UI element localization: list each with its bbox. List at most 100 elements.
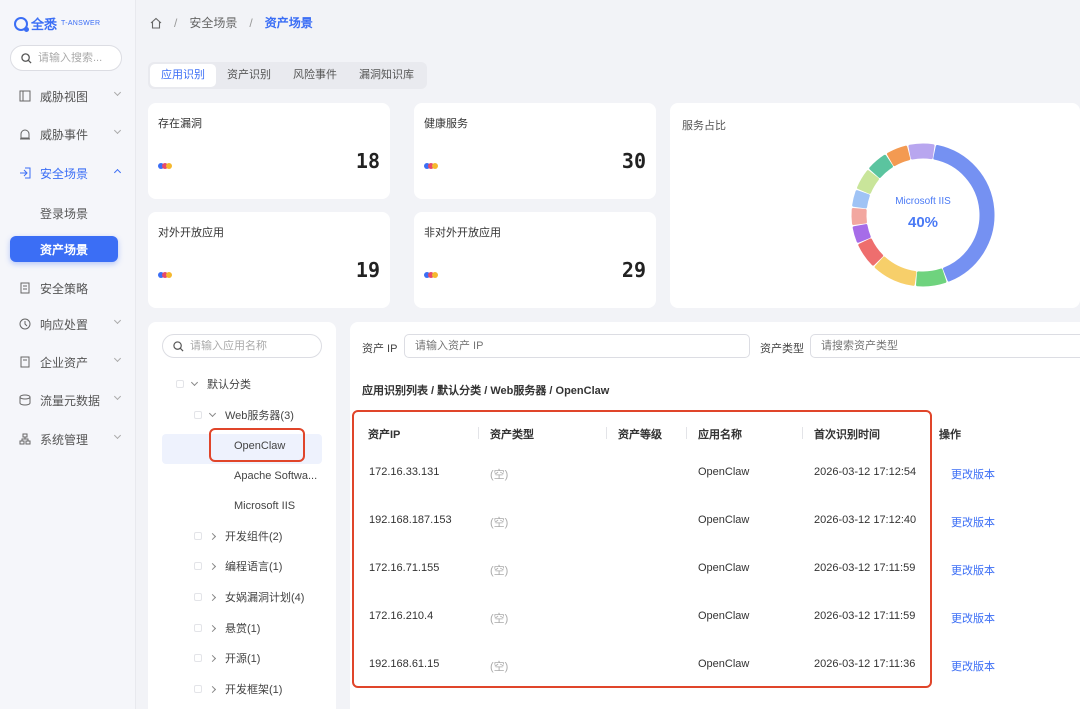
tree-checkbox[interactable]: [194, 654, 202, 662]
caret-right-icon[interactable]: [208, 685, 217, 693]
dots-icon: [424, 272, 438, 278]
asset-ip-input[interactable]: [404, 334, 750, 358]
service-ratio-card: 服务占比 Microsoft IIS 40%: [670, 103, 1080, 308]
tab-asset-recognition[interactable]: 资产识别: [216, 64, 282, 87]
chevron-down-icon: [113, 316, 122, 325]
tree-checkbox[interactable]: [194, 532, 202, 540]
tree-node-apache[interactable]: Apache Softwa...: [234, 465, 317, 487]
stat-card-external: 对外开放应用 19: [148, 212, 390, 308]
asset-ip-label: 资产 IP: [362, 343, 398, 355]
caret-right-icon[interactable]: [208, 593, 217, 601]
system-icon: [18, 433, 31, 446]
tab-app-recognition[interactable]: 应用识别: [150, 64, 216, 87]
alarm-icon: [18, 128, 31, 141]
annotation-highlight-box: [352, 410, 932, 688]
stat-value: 30: [621, 149, 646, 173]
sidebar-subitem-asset-scene[interactable]: 资产场景: [10, 236, 118, 262]
caret-right-icon[interactable]: [208, 562, 217, 570]
sidebar-item-response[interactable]: 响应处置: [0, 311, 136, 337]
sidebar-item-label: 安全场景: [40, 166, 89, 181]
login-icon: [18, 167, 31, 180]
tree-node-label: Microsoft IIS: [234, 500, 296, 512]
sidebar-item-label: 响应处置: [40, 317, 89, 332]
caret-down-icon[interactable]: [208, 409, 217, 418]
sidebar-subitem-login-scene[interactable]: 登录场景: [10, 200, 118, 226]
tree-checkbox[interactable]: [194, 593, 202, 601]
sidebar-item-system[interactable]: 系统管理: [0, 426, 136, 452]
stat-card-vulnerable: 存在漏洞 18: [148, 103, 390, 199]
tree-node-dev-components[interactable]: 开发组件(2): [194, 525, 282, 547]
asset-table-panel: 资产 IP 资产类型 应用识别列表 / 默认分类 / Web服务器 / Open…: [350, 322, 1080, 709]
list-path: 应用识别列表 / 默认分类 / Web服务器 / OpenClaw: [362, 385, 610, 397]
sidebar-item-security-policy[interactable]: 安全策略: [0, 275, 136, 301]
home-icon[interactable]: [150, 17, 162, 29]
app-name-search-input[interactable]: [190, 340, 310, 352]
chevron-down-icon: [113, 126, 122, 135]
change-version-link[interactable]: 更改版本: [951, 610, 995, 626]
sidebar: 全悉 T-ANSWER 威胁视图 威胁事件 安全场景 登录场景 资产场景 安全策…: [0, 0, 136, 709]
sidebar-item-security-scene[interactable]: 安全场景: [0, 160, 136, 186]
change-version-link[interactable]: 更改版本: [951, 514, 995, 530]
stat-card-internal: 非对外开放应用 29: [414, 212, 656, 308]
tree-node-label: 悬赏(1): [225, 623, 261, 635]
tree-checkbox[interactable]: [176, 380, 184, 388]
change-version-link[interactable]: 更改版本: [951, 466, 995, 482]
stat-value: 19: [355, 258, 380, 282]
dots-icon: [424, 163, 438, 169]
tab-vuln-knowledge[interactable]: 漏洞知识库: [348, 64, 425, 87]
stat-title: 存在漏洞: [158, 118, 202, 130]
breadcrumb-level1[interactable]: 安全场景: [189, 14, 237, 31]
tree-checkbox[interactable]: [194, 411, 202, 419]
tree-checkbox[interactable]: [194, 624, 202, 632]
tree-node-iis[interactable]: Microsoft IIS: [234, 495, 295, 517]
caret-right-icon[interactable]: [208, 532, 217, 540]
database-icon: [18, 394, 31, 407]
asset-type-input[interactable]: [810, 334, 1080, 358]
tree-node-dev-framework[interactable]: 开发框架(1): [194, 678, 282, 700]
caret-right-icon[interactable]: [208, 654, 217, 662]
stat-card-healthy: 健康服务 30: [414, 103, 656, 199]
breadcrumb-current: 资产场景: [264, 16, 313, 30]
response-icon: [18, 318, 31, 331]
tree-node-nuwa-plan[interactable]: 女娲漏洞计划(4): [194, 586, 304, 608]
change-version-link[interactable]: 更改版本: [951, 658, 995, 674]
column-header-action: 操作: [939, 429, 961, 441]
dots-icon: [158, 272, 172, 278]
sidebar-item-enterprise-assets[interactable]: 企业资产: [0, 349, 136, 375]
tree-node-bounty[interactable]: 悬赏(1): [194, 617, 260, 639]
change-version-link[interactable]: 更改版本: [951, 562, 995, 578]
tree-node-web-server[interactable]: Web服务器(3): [194, 404, 294, 426]
chevron-down-icon: [113, 354, 122, 363]
donut-slice-9[interactable]: [887, 145, 911, 167]
annotation-highlight-box: [209, 428, 305, 462]
sidebar-search-input[interactable]: [38, 52, 116, 64]
asset-type-label: 资产类型: [760, 343, 804, 355]
chevron-down-icon: [113, 88, 122, 97]
brand-name: 全悉: [31, 17, 58, 32]
chevron-down-icon: [113, 431, 122, 440]
tree-node-label: 开源(1): [225, 653, 261, 665]
sidebar-item-label: 威胁事件: [40, 127, 89, 142]
sidebar-item-flow-metadata[interactable]: 流量元数据: [0, 387, 136, 413]
caret-down-icon[interactable]: [190, 378, 199, 387]
tree-checkbox[interactable]: [194, 562, 202, 570]
donut-center-value: 40%: [907, 214, 939, 231]
tree-node-default[interactable]: 默认分类: [176, 373, 251, 395]
tree-node-open-source[interactable]: 开源(1): [194, 647, 260, 669]
donut-slice-10[interactable]: [908, 143, 935, 160]
stat-title: 非对外开放应用: [424, 227, 501, 239]
sidebar-item-threat-events[interactable]: 威胁事件: [0, 121, 136, 147]
tab-risk-events[interactable]: 风险事件: [282, 64, 348, 87]
brand-logo[interactable]: 全悉 T-ANSWER: [14, 14, 100, 33]
sidebar-item-label: 系统管理: [40, 432, 89, 447]
sidebar-item-threat-view[interactable]: 威胁视图: [0, 83, 136, 109]
logo-icon: [14, 16, 29, 32]
caret-right-icon[interactable]: [208, 624, 217, 632]
tree-checkbox[interactable]: [194, 685, 202, 693]
donut-slice-1[interactable]: [916, 268, 947, 287]
donut-slice-8[interactable]: [869, 154, 893, 178]
donut-slice-7[interactable]: [857, 170, 879, 194]
sidebar-search: [10, 45, 122, 71]
tree-node-languages[interactable]: 编程语言(1): [194, 555, 282, 577]
stat-title: 健康服务: [424, 118, 468, 130]
